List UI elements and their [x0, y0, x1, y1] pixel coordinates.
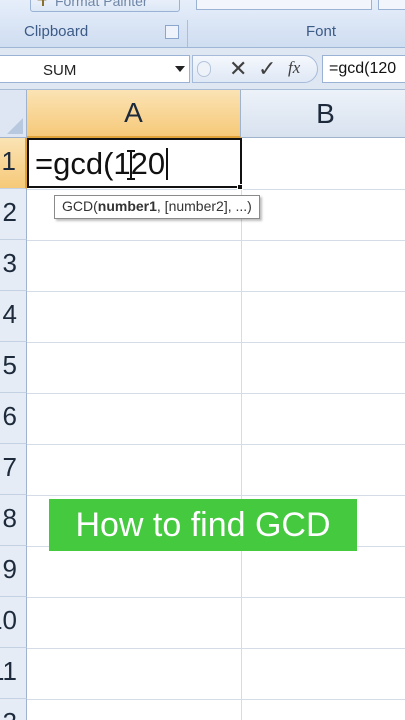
ribbon: Format Painter Clipboard Font: [0, 0, 405, 48]
font-name-dropdown[interactable]: [196, 0, 372, 10]
row-header-12[interactable]: 12: [0, 699, 27, 720]
row-gridline: [27, 342, 405, 343]
column-header-a[interactable]: A: [27, 90, 241, 138]
row-gridline: [27, 393, 405, 394]
row-number: 6: [2, 401, 17, 431]
cell-edit-text: =gcd(120: [35, 146, 169, 182]
active-cell-a1[interactable]: =gcd(120: [27, 138, 242, 188]
name-box-value: SUM: [43, 62, 77, 79]
row-gridline: [27, 495, 405, 496]
paintbrush-icon: [37, 0, 47, 6]
row-header-10[interactable]: 10: [0, 597, 27, 648]
formula-text: =gcd(120: [329, 60, 397, 77]
grip-icon[interactable]: [197, 61, 211, 77]
row-gridline: [27, 597, 405, 598]
row-number: 9: [2, 554, 17, 584]
row-header-6[interactable]: 6: [0, 393, 27, 444]
row-header-1[interactable]: 1: [0, 138, 27, 189]
row-gridline: [27, 699, 405, 700]
clipboard-group: Clipboard: [0, 20, 188, 47]
row-number: 8: [2, 503, 17, 533]
row-gridline: [27, 444, 405, 445]
chevron-down-icon[interactable]: [175, 66, 185, 72]
function-tooltip[interactable]: GCD(number1, [number2], ...): [54, 195, 260, 219]
spreadsheet-grid: A B 123456789101112 =gcd(120 GCD(number1…: [0, 90, 405, 720]
row-gridline: [27, 291, 405, 292]
row-gridline: [27, 189, 405, 190]
row-header-7[interactable]: 7: [0, 444, 27, 495]
enter-check-icon[interactable]: ✓: [258, 57, 276, 82]
ibeam-cursor-icon: [127, 150, 135, 180]
formula-bar: SUM ✕ ✓ fx =gcd(120: [0, 48, 405, 90]
cancel-icon[interactable]: ✕: [229, 57, 247, 82]
row-header-8[interactable]: 8: [0, 495, 27, 546]
row-number: 11: [0, 656, 17, 686]
row-header-3[interactable]: 3: [0, 240, 27, 291]
format-painter-label: Format Painter: [55, 0, 148, 9]
name-box[interactable]: SUM: [0, 55, 190, 83]
row-number: 10: [0, 605, 17, 635]
row-number: 4: [2, 299, 17, 329]
font-size-dropdown[interactable]: [378, 0, 405, 10]
column-header-b[interactable]: B: [241, 90, 405, 138]
fill-handle[interactable]: [237, 184, 243, 190]
row-header-9[interactable]: 9: [0, 546, 27, 597]
row-number: 2: [2, 197, 17, 227]
row-number: 7: [2, 452, 17, 482]
font-group-label: Font: [306, 23, 337, 40]
formula-input[interactable]: =gcd(120: [322, 55, 405, 83]
formula-buttons: ✕ ✓ fx: [192, 55, 318, 83]
tooltip-active-arg: number1: [97, 198, 157, 214]
row-header-2[interactable]: 2: [0, 189, 27, 240]
select-all-corner[interactable]: [0, 90, 27, 138]
row-header-11[interactable]: 11: [0, 648, 27, 699]
row-number: 1: [1, 146, 16, 176]
row-number: 12: [0, 707, 17, 720]
title-banner: How to find GCD: [49, 499, 357, 551]
insert-function-icon[interactable]: fx: [288, 58, 300, 78]
format-painter-button[interactable]: Format Painter: [30, 0, 180, 12]
row-header-5[interactable]: 5: [0, 342, 27, 393]
row-number: 5: [2, 350, 17, 380]
row-gridline: [27, 240, 405, 241]
row-header-4[interactable]: 4: [0, 291, 27, 342]
row-number: 3: [2, 248, 17, 278]
column-gridline: [241, 138, 242, 720]
banner-text: How to find GCD: [75, 505, 331, 544]
row-gridline: [27, 648, 405, 649]
dialog-launcher-icon[interactable]: [165, 25, 179, 39]
clipboard-group-label: Clipboard: [24, 23, 89, 40]
